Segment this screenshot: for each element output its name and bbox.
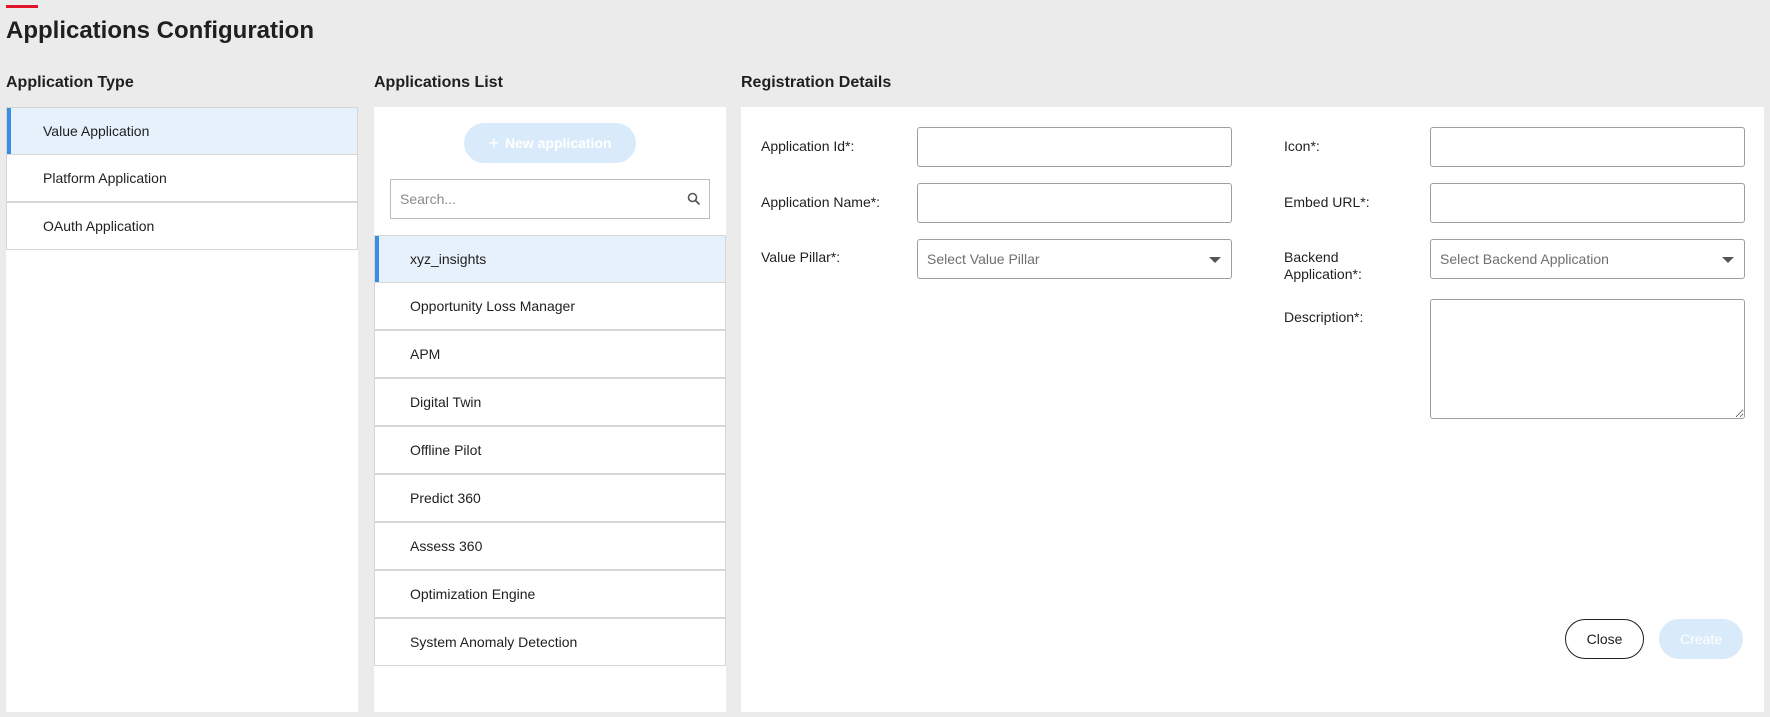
app-item-xyz-insights[interactable]: xyz_insights — [374, 235, 726, 283]
application-type-heading: Application Type — [6, 74, 134, 91]
app-item-optimization-engine[interactable]: Optimization Engine — [374, 570, 726, 618]
app-item-digital-twin[interactable]: Digital Twin — [374, 378, 726, 426]
applications-list-panel: + New application xyz_insights Opportuni… — [374, 107, 726, 712]
app-item-label: Predict 360 — [410, 490, 481, 506]
app-item-label: xyz_insights — [410, 251, 487, 267]
app-item-apm[interactable]: APM — [374, 330, 726, 378]
value-pillar-label: Value Pillar*: — [761, 249, 841, 265]
icon-label: Icon*: — [1284, 138, 1320, 154]
app-item-offline-pilot[interactable]: Offline Pilot — [374, 426, 726, 474]
embed-url-field[interactable] — [1430, 183, 1745, 223]
new-application-label: New application — [504, 135, 612, 151]
type-item-label: Value Application — [43, 123, 150, 139]
application-name-field[interactable] — [917, 183, 1232, 223]
application-id-field[interactable] — [917, 127, 1232, 167]
app-item-predict-360[interactable]: Predict 360 — [374, 474, 726, 522]
page-title: Applications Configuration — [6, 17, 314, 44]
backend-label-line2: Application*: — [1284, 266, 1362, 282]
chevron-down-icon — [1722, 257, 1734, 263]
app-item-label: Opportunity Loss Manager — [410, 298, 575, 314]
value-pillar-select[interactable]: Select Value Pillar — [917, 239, 1232, 279]
type-item-value-application[interactable]: Value Application — [6, 107, 358, 155]
app-item-label: System Anomaly Detection — [410, 634, 578, 650]
app-item-system-anomaly-detection[interactable]: System Anomaly Detection — [374, 618, 726, 666]
backend-application-label: Backend Application*: — [1284, 249, 1362, 283]
application-name-label: Application Name*: — [761, 194, 881, 210]
type-item-label: Platform Application — [43, 170, 167, 186]
type-item-label: OAuth Application — [43, 218, 155, 234]
app-item-label: APM — [410, 346, 441, 362]
new-application-button[interactable]: + New application — [464, 123, 636, 163]
app-item-label: Digital Twin — [410, 394, 482, 410]
search-box — [390, 179, 710, 219]
icon-field[interactable] — [1430, 127, 1745, 167]
type-item-oauth-application[interactable]: OAuth Application — [6, 202, 358, 250]
registration-details-panel: Application Id*: Application Name*: Valu… — [741, 107, 1764, 712]
backend-application-placeholder: Select Backend Application — [1440, 251, 1609, 267]
embed-url-label: Embed URL*: — [1284, 194, 1370, 210]
app-item-opportunity-loss-manager[interactable]: Opportunity Loss Manager — [374, 282, 726, 330]
applications-list-heading: Applications List — [374, 74, 503, 91]
type-item-platform-application[interactable]: Platform Application — [6, 154, 358, 202]
app-item-label: Offline Pilot — [410, 442, 482, 458]
registration-details-heading: Registration Details — [741, 74, 892, 91]
description-label: Description*: — [1284, 309, 1364, 325]
chevron-down-icon — [1209, 257, 1221, 263]
application-id-label: Application Id*: — [761, 138, 855, 154]
plus-icon: + — [488, 132, 499, 153]
close-button[interactable]: Close — [1565, 619, 1644, 659]
app-item-label: Assess 360 — [410, 538, 483, 554]
backend-label-line1: Backend — [1284, 249, 1339, 265]
value-pillar-placeholder: Select Value Pillar — [927, 251, 1040, 267]
application-type-panel: Value Application Platform Application O… — [6, 107, 358, 712]
create-button[interactable]: Create — [1659, 619, 1743, 659]
app-item-assess-360[interactable]: Assess 360 — [374, 522, 726, 570]
description-field[interactable] — [1430, 299, 1745, 419]
backend-application-select[interactable]: Select Backend Application — [1430, 239, 1745, 279]
brand-accent-bar — [6, 5, 38, 8]
search-icon[interactable] — [679, 180, 709, 218]
app-item-label: Optimization Engine — [410, 586, 536, 602]
search-input[interactable] — [391, 180, 679, 218]
